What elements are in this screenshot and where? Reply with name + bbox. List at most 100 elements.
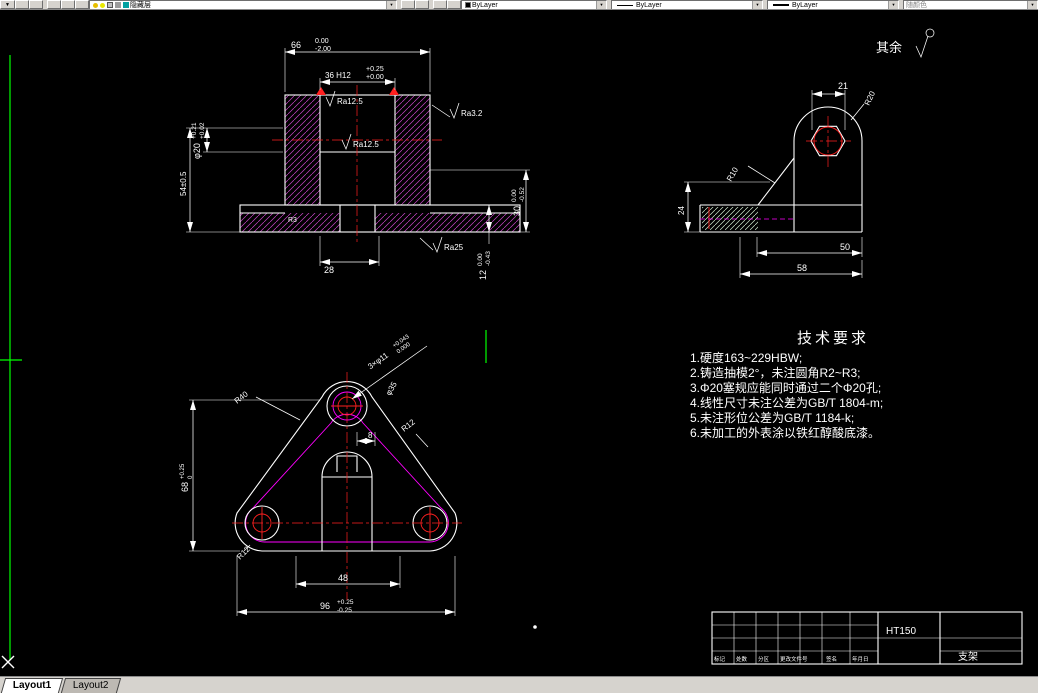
surface-finish-text: Ra25 bbox=[444, 243, 464, 252]
stray-point bbox=[533, 625, 537, 629]
radius-text: R40 bbox=[233, 389, 251, 405]
datum-mark-icon bbox=[389, 87, 399, 95]
layers-icon[interactable] bbox=[47, 0, 61, 9]
toolbar-flyout-button[interactable]: ▼ bbox=[0, 0, 15, 9]
current-lineweight-name: ByLayer bbox=[792, 1, 818, 9]
dim-text: 36 H12 bbox=[325, 71, 351, 80]
lineweight-control-combo[interactable]: ByLayer ▼ bbox=[767, 0, 899, 9]
layer-color-swatch bbox=[123, 2, 129, 8]
layer-plot-icon[interactable] bbox=[115, 2, 121, 8]
color-control-combo[interactable]: ByLayer ▼ bbox=[461, 0, 607, 9]
side-view: 21 R20 R10 24 50 58 bbox=[677, 81, 877, 278]
dim-tolerance: -0.25 bbox=[337, 607, 352, 614]
dim-text: 12 bbox=[478, 270, 488, 280]
tab-layout2[interactable]: Layout2 bbox=[61, 678, 122, 693]
dim-text: φ20 bbox=[192, 143, 202, 159]
current-color-swatch bbox=[465, 2, 471, 8]
tab-layout1[interactable]: Layout1 bbox=[0, 678, 64, 693]
plotstyle-control-combo[interactable]: 随颜色 ▼ bbox=[903, 0, 1038, 9]
tech-requirements: 技术要求 1.硬度163~229HBW; 2.铸造抽模2°，未注圆角R2~R3;… bbox=[690, 330, 883, 440]
drawing-area[interactable]: 66 0.00 -2.00 36 H12 +0.25 +0.00 Ra12.5 … bbox=[0, 10, 1038, 676]
dim-tolerance: 0.00 bbox=[477, 253, 484, 266]
layer-combo-arrow[interactable]: ▼ bbox=[386, 1, 396, 9]
tab-layout1-label: Layout1 bbox=[12, 680, 52, 691]
title-block-label: 签名 bbox=[826, 655, 837, 663]
dim-text: 66 bbox=[291, 40, 301, 50]
surface-finish-icon bbox=[925, 28, 935, 38]
lineweight-sample-icon bbox=[773, 4, 789, 6]
lineweight-combo-arrow[interactable]: ▼ bbox=[888, 1, 898, 9]
match-properties-icon[interactable] bbox=[401, 0, 415, 9]
radius-text: R12 bbox=[400, 417, 418, 433]
surface-finish-icon bbox=[341, 133, 352, 151]
layer-states-icon[interactable] bbox=[75, 0, 89, 9]
dim-text: 68 bbox=[180, 482, 190, 492]
dim-tolerance: +0.25 bbox=[366, 66, 384, 73]
dim-tolerance: +0.21 bbox=[191, 122, 198, 139]
tech-requirement-item: 5.未注形位公差为GB/T 1184-k; bbox=[690, 410, 854, 425]
surface-finish-icon bbox=[419, 236, 443, 254]
title-block: HT150 支架 标记 处数 分区 更改文件号 签名 年月日 bbox=[711, 611, 1023, 665]
layer-freeze-icon[interactable] bbox=[100, 2, 105, 8]
layer-previous-icon[interactable] bbox=[61, 0, 75, 9]
top-toolbar: ▼ 隐藏层 ▼ ByLayer ▼ ByLayer ▼ ByLayer ▼ 随颜… bbox=[0, 0, 1038, 10]
dim-tolerance: +0.25 bbox=[180, 463, 186, 479]
ucs-icon bbox=[1, 655, 15, 669]
tech-requirement-item: 4.线性尺寸未注公差为GB/T 1804-m; bbox=[690, 395, 883, 410]
radius-text: R12 bbox=[235, 544, 252, 561]
tech-requirement-item: 2.铸造抽模2°，未注圆角R2~R3; bbox=[690, 365, 861, 380]
dim-tolerance: -2.00 bbox=[315, 46, 331, 53]
tech-requirement-item: 3.Φ20塞规应能同时通过二个Φ20孔; bbox=[690, 380, 881, 395]
general-note-text: 其余 bbox=[876, 40, 902, 55]
dim-tolerance: 0.00 bbox=[511, 189, 518, 202]
dim-text: 96 bbox=[320, 601, 330, 611]
dim-tolerance: -0.43 bbox=[485, 251, 492, 266]
material-text: HT150 bbox=[886, 626, 916, 637]
surface-finish-text: Ra3.2 bbox=[461, 109, 483, 118]
datum-mark-icon bbox=[316, 87, 326, 95]
dim-text: 28 bbox=[324, 265, 334, 275]
linetype-combo-arrow[interactable]: ▼ bbox=[752, 1, 762, 9]
layer-translate-icon[interactable] bbox=[415, 0, 429, 9]
linetype-control-combo[interactable]: ByLayer ▼ bbox=[611, 0, 763, 9]
dim-tolerance: +0.00 bbox=[366, 74, 384, 81]
layer-on-icon[interactable] bbox=[93, 2, 98, 8]
layer-walk-icon[interactable] bbox=[447, 0, 461, 9]
linetype-sample-icon bbox=[617, 4, 633, 6]
radius-text: R3 bbox=[288, 217, 297, 224]
dim-text: 58 bbox=[797, 263, 807, 273]
general-note: 其余 bbox=[876, 28, 935, 59]
dim-text: 48 bbox=[338, 573, 348, 583]
layer-properties-icon[interactable] bbox=[15, 0, 29, 9]
surface-finish-text: Ra12.5 bbox=[353, 140, 379, 149]
tab-layout2-label: Layout2 bbox=[73, 680, 109, 691]
current-layer-name: 隐藏层 bbox=[130, 2, 151, 9]
surface-finish-text: Ra12.5 bbox=[337, 97, 363, 106]
drawing-canvas[interactable]: 66 0.00 -2.00 36 H12 +0.25 +0.00 Ra12.5 … bbox=[0, 10, 1038, 676]
dim-text: 21 bbox=[838, 81, 848, 91]
plan-view: 3×φ11 +0.043 0.000 φ35 R40 R12 R12 8 68 … bbox=[180, 334, 537, 629]
layer-control-combo[interactable]: 隐藏层 ▼ bbox=[89, 0, 397, 9]
dim-tolerance: -0.52 bbox=[519, 187, 526, 202]
dim-text: 8 bbox=[368, 431, 373, 440]
dim-text: φ35 bbox=[384, 380, 399, 397]
color-combo-arrow[interactable]: ▼ bbox=[596, 1, 606, 9]
plotstyle-combo-arrow[interactable]: ▼ bbox=[1027, 1, 1037, 9]
dim-text: 24 bbox=[677, 206, 686, 215]
dim-tolerance: +0.25 bbox=[337, 599, 354, 606]
surface-finish-icon bbox=[325, 90, 336, 108]
front-view: 66 0.00 -2.00 36 H12 +0.25 +0.00 Ra12.5 … bbox=[179, 38, 530, 280]
title-block-label: 更改文件号 bbox=[780, 655, 808, 663]
tech-requirement-item: 6.未加工的外表涂以铁红醇酸底漆。 bbox=[690, 425, 880, 440]
radius-text: R10 bbox=[725, 165, 740, 183]
make-object-layer-icon[interactable] bbox=[29, 0, 43, 9]
radius-text: R20 bbox=[863, 89, 878, 107]
layer-lock-icon[interactable] bbox=[107, 2, 113, 8]
properties-painter-icon[interactable] bbox=[433, 0, 447, 9]
surface-finish-icon bbox=[915, 35, 929, 59]
dim-tolerance: 0.00 bbox=[315, 38, 329, 45]
title-block-label: 标记 bbox=[714, 655, 726, 663]
title-block-label: 处数 bbox=[736, 655, 748, 663]
layout-tab-bar: Layout1 Layout2 bbox=[0, 676, 1038, 693]
current-linetype-name: ByLayer bbox=[636, 1, 662, 9]
